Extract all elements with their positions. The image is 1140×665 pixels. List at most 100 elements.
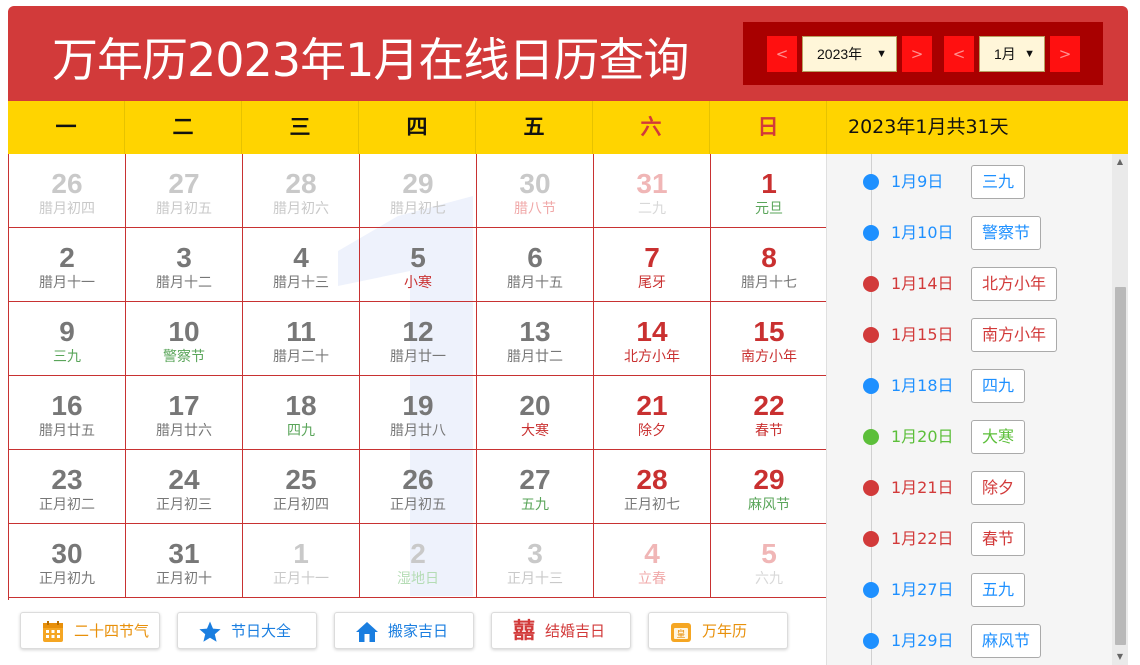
day-number: 4 [293, 242, 309, 273]
page-header: 万年历2023年1月在线日历查询 < 2023年 ▼ > < 1月 ▼ > [8, 6, 1128, 101]
day-cell[interactable]: 18 四九 [243, 376, 360, 450]
day-cell[interactable]: 2 湿地日 [360, 524, 477, 598]
lunar-date: 春节 [755, 423, 783, 439]
day-cell[interactable]: 16 腊月廿五 [9, 376, 126, 450]
day-cell[interactable]: 4 立春 [594, 524, 711, 598]
sidebar-scrollbar[interactable]: ▲ ▼ [1112, 154, 1128, 665]
day-cell[interactable]: 28 正月初七 [594, 450, 711, 524]
lunar-date: 三九 [53, 349, 81, 365]
day-number: 13 [519, 316, 551, 347]
day-number: 5 [761, 538, 777, 569]
double-happiness-icon: 囍 [512, 619, 535, 644]
solar-terms-button[interactable]: 二十四节气 [20, 612, 160, 649]
event-tag[interactable]: 除夕 [971, 471, 1026, 505]
lunar-date: 元旦 [755, 201, 783, 217]
day-cell[interactable]: 14 北方小年 [594, 302, 711, 376]
day-cell[interactable]: 25 正月初四 [243, 450, 360, 524]
event-item: 1月20日 大寒 [827, 417, 1107, 457]
almanac-button[interactable]: 皇 万年历 [648, 612, 788, 649]
event-tag[interactable]: 三九 [971, 165, 1026, 199]
day-number: 11 [286, 316, 316, 347]
day-cell[interactable]: 24 正月初三 [126, 450, 243, 524]
lunar-date: 正月初九 [39, 571, 95, 587]
scroll-up-arrow-icon[interactable]: ▲ [1112, 154, 1128, 170]
prev-month-button[interactable]: < [944, 36, 974, 72]
day-cell[interactable]: 17 腊月廿六 [126, 376, 243, 450]
day-cell[interactable]: 2 腊月十一 [9, 228, 126, 302]
day-cell[interactable]: 5 六九 [711, 524, 828, 598]
day-cell[interactable]: 30 腊八节 [477, 154, 594, 228]
day-cell[interactable]: 1 元旦 [711, 154, 828, 228]
day-cell[interactable]: 7 尾牙 [594, 228, 711, 302]
lunar-date: 腊月二十 [273, 349, 329, 365]
day-cell[interactable]: 31 正月初十 [126, 524, 243, 598]
day-cell[interactable]: 31 二九 [594, 154, 711, 228]
day-cell[interactable]: 19 腊月廿八 [360, 376, 477, 450]
lunar-date: 腊月十一 [39, 275, 95, 291]
day-cell[interactable]: 6 腊月十五 [477, 228, 594, 302]
wedding-day-button[interactable]: 囍 结婚吉日 [491, 612, 631, 649]
event-item: 1月10日 警察节 [827, 213, 1107, 253]
moving-day-button[interactable]: 搬家吉日 [334, 612, 474, 649]
day-number: 15 [753, 316, 785, 347]
year-select[interactable]: 2023年 ▼ [802, 36, 897, 72]
event-tag[interactable]: 麻风节 [971, 624, 1042, 658]
lunar-date: 腊月十五 [507, 275, 563, 291]
festivals-button[interactable]: 节日大全 [177, 612, 317, 649]
event-tag[interactable]: 五九 [971, 573, 1026, 607]
calendar-grid: 26 腊月初四 27 腊月初五 28 腊月初六 29 腊月初七 30 腊八节 31 二九 1 元旦 2 腊月十… [8, 154, 828, 600]
day-cell[interactable]: 23 正月初二 [9, 450, 126, 524]
next-month-button[interactable]: > [1050, 36, 1080, 72]
month-select[interactable]: 1月 ▼ [979, 36, 1045, 72]
day-cell[interactable]: 20 大寒 [477, 376, 594, 450]
scrollbar-thumb[interactable] [1115, 287, 1126, 645]
next-year-button[interactable]: > [902, 36, 932, 72]
day-number: 27 [519, 464, 551, 495]
day-cell[interactable]: 11 腊月二十 [243, 302, 360, 376]
day-cell[interactable]: 27 腊月初五 [126, 154, 243, 228]
scroll-down-arrow-icon[interactable]: ▼ [1112, 649, 1128, 665]
day-cell[interactable]: 3 腊月十二 [126, 228, 243, 302]
day-cell[interactable]: 13 腊月廿二 [477, 302, 594, 376]
day-number: 3 [176, 242, 192, 273]
event-date: 1月9日 [891, 172, 944, 191]
day-cell[interactable]: 1 正月十一 [243, 524, 360, 598]
day-cell[interactable]: 29 麻风节 [711, 450, 828, 524]
day-cell[interactable]: 3 正月十三 [477, 524, 594, 598]
svg-text:皇: 皇 [676, 628, 685, 640]
day-cell[interactable]: 29 腊月初七 [360, 154, 477, 228]
lunar-date: 警察节 [163, 349, 205, 365]
lunar-date: 正月初五 [390, 497, 446, 513]
event-tag[interactable]: 四九 [971, 369, 1026, 403]
day-cell[interactable]: 27 五九 [477, 450, 594, 524]
timeline-dot-icon [863, 531, 879, 547]
day-cell[interactable]: 26 正月初五 [360, 450, 477, 524]
day-cell[interactable]: 26 腊月初四 [9, 154, 126, 228]
event-item: 1月21日 除夕 [827, 468, 1107, 508]
event-tag[interactable]: 春节 [971, 522, 1026, 556]
lunar-date: 正月初二 [39, 497, 95, 513]
page-title: 万年历2023年1月在线日历查询 [52, 33, 689, 87]
event-tag[interactable]: 警察节 [971, 216, 1042, 250]
event-tag[interactable]: 大寒 [971, 420, 1026, 454]
event-tag[interactable]: 南方小年 [971, 318, 1058, 352]
day-cell[interactable]: 12 腊月廿一 [360, 302, 477, 376]
day-cell[interactable]: 8 腊月十七 [711, 228, 828, 302]
day-cell[interactable]: 10 警察节 [126, 302, 243, 376]
day-cell[interactable]: 30 正月初九 [9, 524, 126, 598]
event-item: 1月27日 五九 [827, 570, 1107, 610]
day-number: 18 [285, 390, 317, 421]
event-tag[interactable]: 北方小年 [971, 267, 1058, 301]
prev-year-button[interactable]: < [767, 36, 797, 72]
lunar-date: 大寒 [521, 423, 549, 439]
day-number: 29 [753, 464, 785, 495]
day-cell[interactable]: 5 小寒 [360, 228, 477, 302]
day-cell[interactable]: 22 春节 [711, 376, 828, 450]
day-cell[interactable]: 9 三九 [9, 302, 126, 376]
almanac-label: 万年历 [702, 622, 748, 640]
day-cell[interactable]: 4 腊月十三 [243, 228, 360, 302]
day-cell[interactable]: 28 腊月初六 [243, 154, 360, 228]
day-cell[interactable]: 21 除夕 [594, 376, 711, 450]
event-date: 1月10日 [891, 223, 954, 242]
day-cell[interactable]: 15 南方小年 [711, 302, 828, 376]
